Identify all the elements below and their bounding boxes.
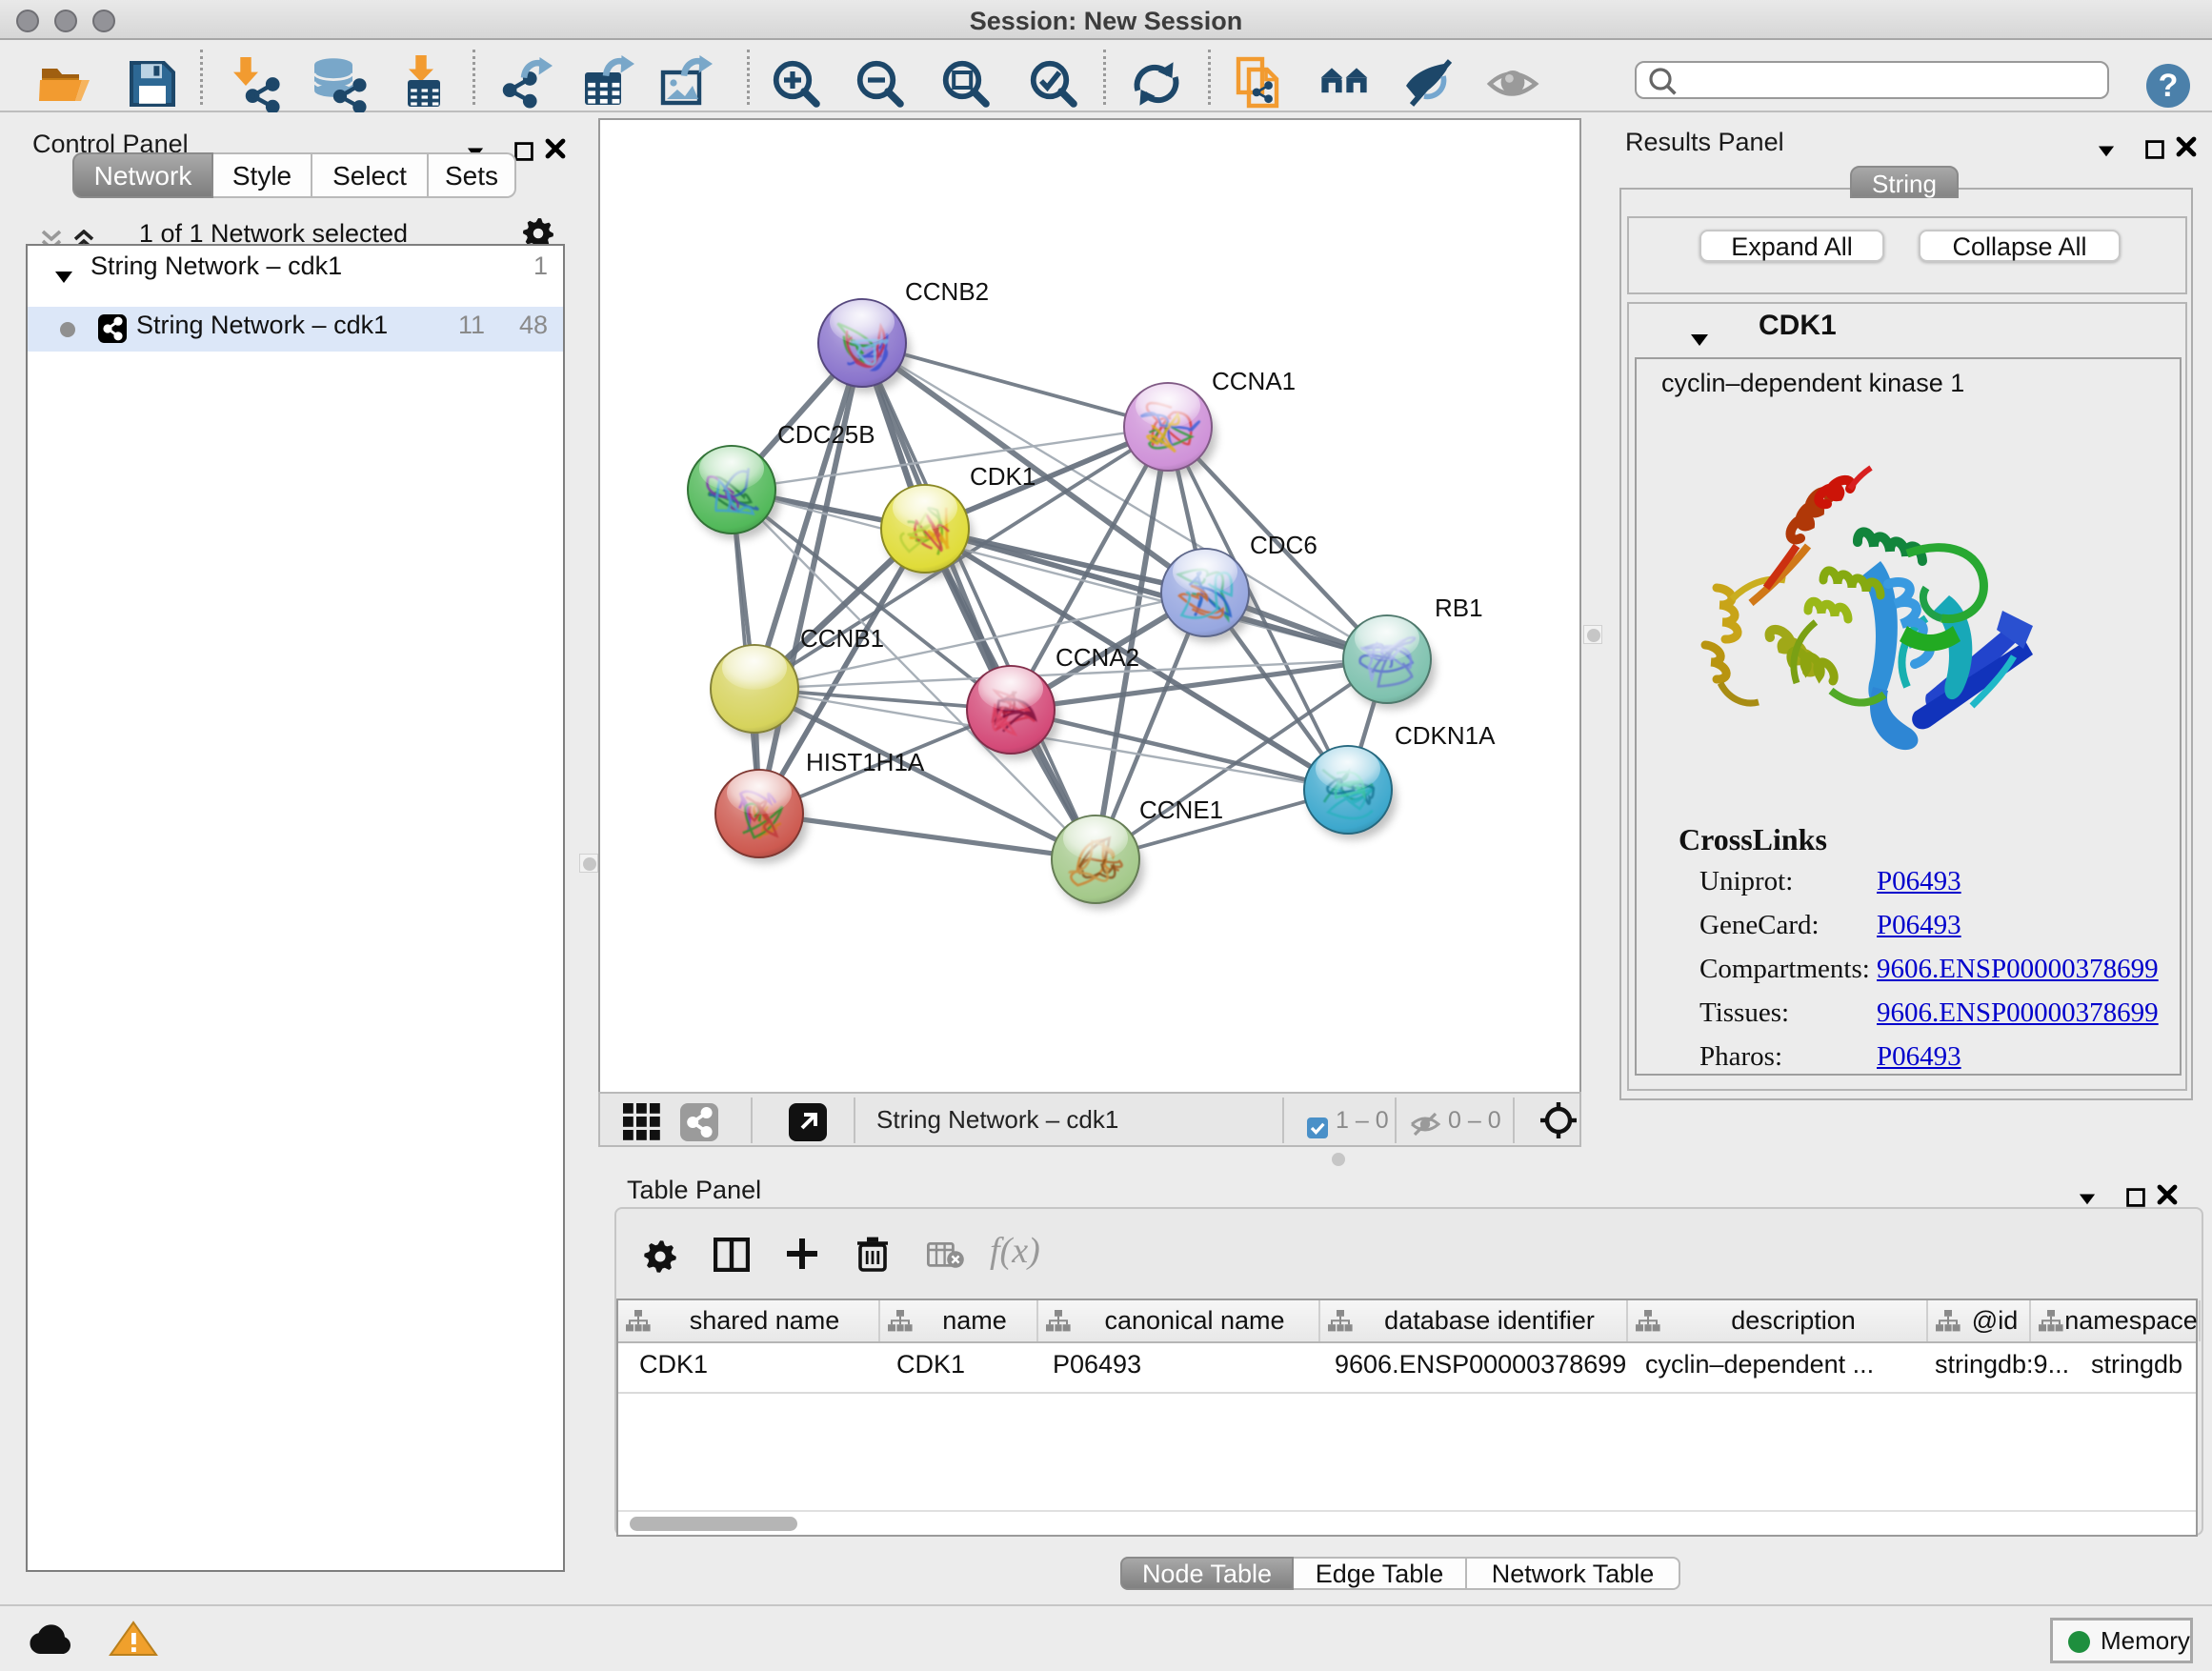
svg-text:HIST1H1A: HIST1H1A: [806, 748, 925, 776]
svg-text:CCNB1: CCNB1: [800, 624, 884, 653]
svg-text:RB1: RB1: [1435, 594, 1483, 622]
svg-text:CDK1: CDK1: [970, 462, 1036, 491]
svg-text:CDC25B: CDC25B: [777, 420, 875, 449]
svg-text:CCNA1: CCNA1: [1212, 367, 1296, 395]
svg-text:CCNE1: CCNE1: [1139, 795, 1223, 824]
svg-text:CDC6: CDC6: [1250, 531, 1317, 559]
svg-text:CDKN1A: CDKN1A: [1395, 721, 1496, 750]
svg-text:CCNB2: CCNB2: [905, 277, 989, 306]
svg-text:?: ?: [2159, 68, 2179, 104]
svg-text:CCNA2: CCNA2: [1056, 643, 1139, 672]
